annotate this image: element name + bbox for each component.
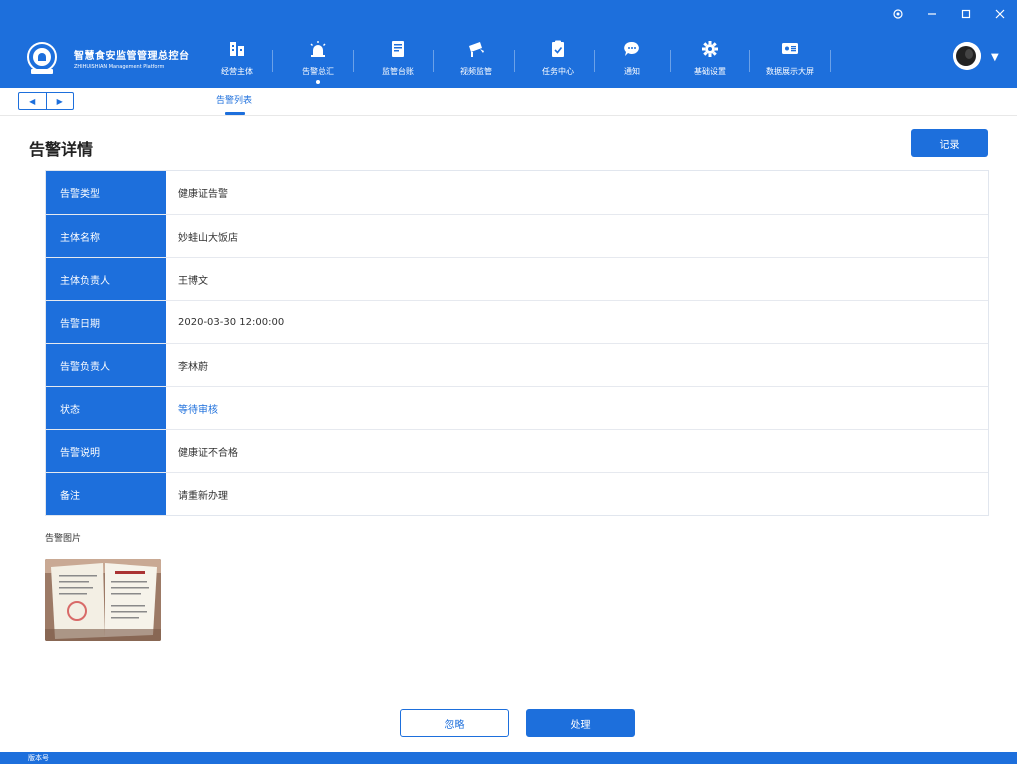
nav-label: 数据展示大屏 (766, 67, 814, 76)
window-controls (881, 0, 1017, 28)
minimize-button[interactable] (915, 0, 949, 28)
table-row: 主体名称 妙蛙山大饭店 (46, 214, 988, 257)
table-row: 告警类型 健康证告警 (46, 171, 988, 214)
table-row: 备注 请重新办理 (46, 472, 988, 515)
tab-bar: ◀ ▶ 告警列表 (0, 88, 1017, 116)
row-value: 王博文 (178, 275, 208, 287)
nav-label: 经营主体 (221, 67, 253, 76)
row-value: 妙蛙山大饭店 (178, 232, 238, 244)
row-value: 健康证告警 (178, 189, 228, 200)
row-label: 主体负责人 (46, 258, 166, 300)
nav-separator (353, 50, 354, 72)
chat-bubble-icon (624, 41, 639, 56)
logo (22, 38, 62, 78)
row-value: 健康证不合格 (178, 447, 238, 459)
nav-label: 告警总汇 (302, 67, 334, 76)
alarm-icon (310, 41, 326, 57)
table-row: 告警日期 2020-03-30 12:00:00 (46, 300, 988, 343)
avatar[interactable] (953, 42, 981, 70)
tab-scroll-buttons: ◀ ▶ (18, 92, 74, 110)
nav-item-supervision-ledger[interactable]: 监管台账 (366, 28, 430, 88)
row-label: 告警日期 (46, 301, 166, 343)
building-icon (230, 42, 244, 56)
close-button[interactable] (983, 0, 1017, 28)
alarm-photo-title: 告警图片 (45, 534, 82, 544)
row-value: 李林蔚 (178, 361, 208, 373)
brand-name-cn: 智慧食安监管管理总控台 (74, 51, 190, 62)
dashboard-screen-icon (782, 43, 798, 54)
nav-separator (272, 50, 273, 72)
nav-item-video-surveillance[interactable]: 视频监管 (444, 28, 508, 88)
nav-item-basic-settings[interactable]: 基础设置 (678, 28, 742, 88)
version-label: 版本号 (28, 754, 49, 762)
row-label: 告警类型 (46, 171, 166, 214)
handle-button[interactable]: 处理 (526, 709, 635, 737)
nav-label: 视频监管 (460, 67, 492, 76)
nav-item-task-center[interactable]: 任务中心 (526, 28, 590, 88)
alarm-detail-table: 告警类型 健康证告警 主体名称 妙蛙山大饭店 主体负责人 王博文 告警日期 20… (45, 170, 989, 516)
record-button[interactable]: 记录 (911, 129, 988, 157)
status-link[interactable]: 等待审核 (166, 387, 988, 429)
table-row: 告警说明 健康证不合格 (46, 429, 988, 472)
page-title: 告警详情 (29, 140, 94, 159)
nav-item-notifications[interactable]: 通知 (600, 28, 664, 88)
table-row: 主体负责人 王博文 (46, 257, 988, 300)
gear-icon (702, 41, 718, 57)
ledger-icon (392, 41, 404, 57)
nav-label: 监管台账 (382, 67, 414, 76)
arrow-left-icon[interactable]: ◀ (19, 93, 46, 109)
clipboard-check-icon (552, 40, 564, 57)
tab-alarm-list[interactable]: 告警列表 (210, 88, 258, 115)
row-value: 请重新办理 (178, 490, 228, 502)
maximize-button[interactable] (949, 0, 983, 28)
arrow-right-icon[interactable]: ▶ (45, 93, 74, 109)
main-nav-bar: 智慧食安监管管理总控台 ZHIHUISHIAN Management Platf… (0, 28, 1017, 88)
nav-separator (514, 50, 515, 72)
alarm-photo-thumbnail[interactable] (45, 559, 161, 641)
nav-label: 任务中心 (542, 67, 574, 76)
target-icon[interactable] (881, 0, 915, 28)
table-row: 状态 等待审核 (46, 386, 988, 429)
chevron-down-icon[interactable]: ▼ (991, 52, 999, 63)
nav-item-alarm-summary[interactable]: 告警总汇 (286, 28, 350, 88)
row-label: 状态 (46, 387, 166, 429)
row-value: 2020-03-30 12:00:00 (178, 316, 285, 328)
nav-item-data-dashboard[interactable]: 数据展示大屏 (758, 28, 822, 88)
nav-label: 基础设置 (694, 67, 726, 76)
row-label: 告警负责人 (46, 344, 166, 386)
row-label: 主体名称 (46, 215, 166, 257)
active-tab-underline (225, 112, 245, 115)
row-label: 备注 (46, 473, 166, 515)
table-row: 告警负责人 李林蔚 (46, 343, 988, 386)
row-label: 告警说明 (46, 430, 166, 472)
nav-separator (433, 50, 434, 72)
brand: 智慧食安监管管理总控台 ZHIHUISHIAN Management Platf… (74, 47, 190, 70)
nav-separator (749, 50, 750, 72)
footer-bar: 版本号 (0, 752, 1017, 764)
nav-label: 通知 (624, 67, 640, 76)
nav-separator (594, 50, 595, 72)
window-title-bar (0, 0, 1017, 28)
ignore-button[interactable]: 忽略 (400, 709, 509, 737)
active-indicator (316, 80, 320, 84)
nav-separator (670, 50, 671, 72)
nav-separator (830, 50, 831, 72)
camera-icon (469, 42, 484, 57)
nav-item-business-entity[interactable]: 经营主体 (205, 28, 269, 88)
brand-name-en: ZHIHUISHIAN Management Platform (74, 64, 165, 70)
